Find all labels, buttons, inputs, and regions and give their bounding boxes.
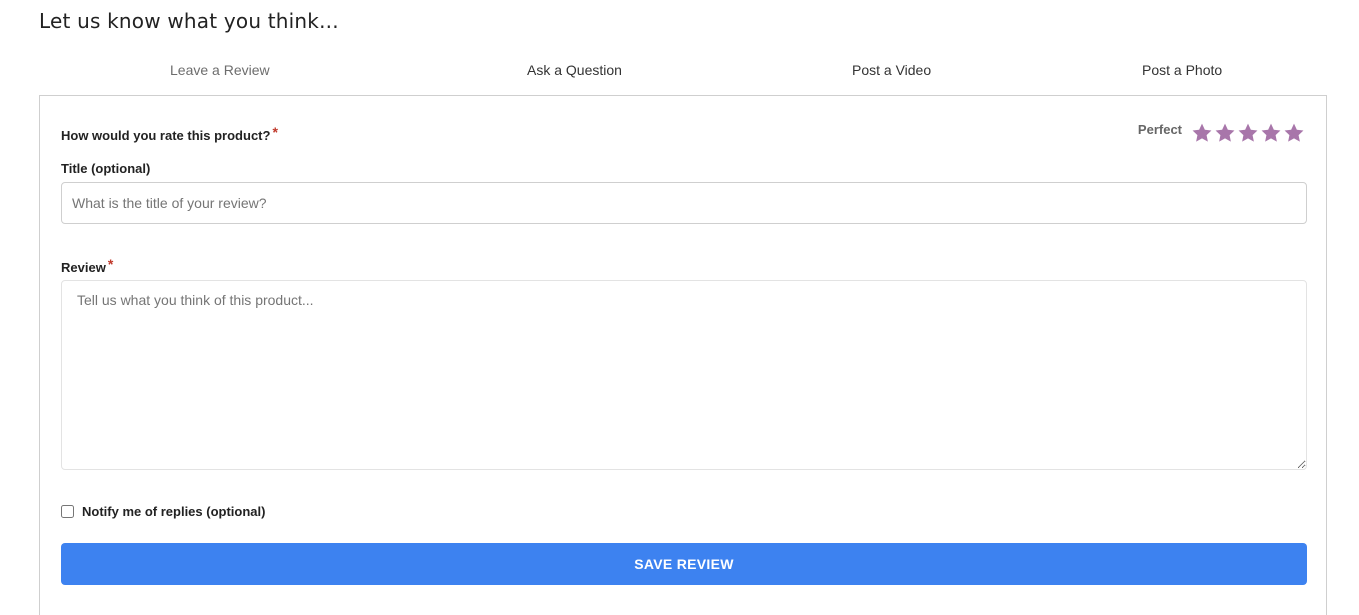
star-icon[interactable] [1237,122,1259,144]
review-label-row: Review * [61,256,114,275]
star-icon[interactable] [1283,122,1305,144]
star-rating [1191,122,1305,144]
title-input[interactable] [61,182,1307,224]
rating-label: How would you rate this product? [61,128,271,143]
save-review-button[interactable]: SAVE REVIEW [61,543,1307,585]
required-marker: * [272,124,278,140]
tab-post-photo[interactable]: Post a Photo [1142,62,1222,78]
review-label: Review [61,260,106,275]
star-icon[interactable] [1214,122,1236,144]
review-page: Let us know what you think... Leave a Re… [0,0,1359,615]
tab-ask-question[interactable]: Ask a Question [527,62,622,78]
title-label: Title (optional) [61,161,151,176]
review-textarea[interactable] [61,280,1307,470]
notify-label[interactable]: Notify me of replies (optional) [82,504,265,519]
notify-checkbox[interactable] [61,505,74,518]
review-tabs: Leave a Review Ask a Question Post a Vid… [39,52,1329,88]
star-icon[interactable] [1260,122,1282,144]
tab-leave-review[interactable]: Leave a Review [170,62,270,78]
rating-value-text: Perfect [1137,122,1182,137]
tab-post-video[interactable]: Post a Video [852,62,931,78]
required-marker: * [107,256,114,272]
notify-row: Notify me of replies (optional) [61,504,265,519]
review-form: How would you rate this product? * Perfec… [39,95,1327,615]
rating-label-row: How would you rate this product? * [61,124,278,143]
page-title: Let us know what you think... [39,9,339,33]
star-icon[interactable] [1191,122,1213,144]
